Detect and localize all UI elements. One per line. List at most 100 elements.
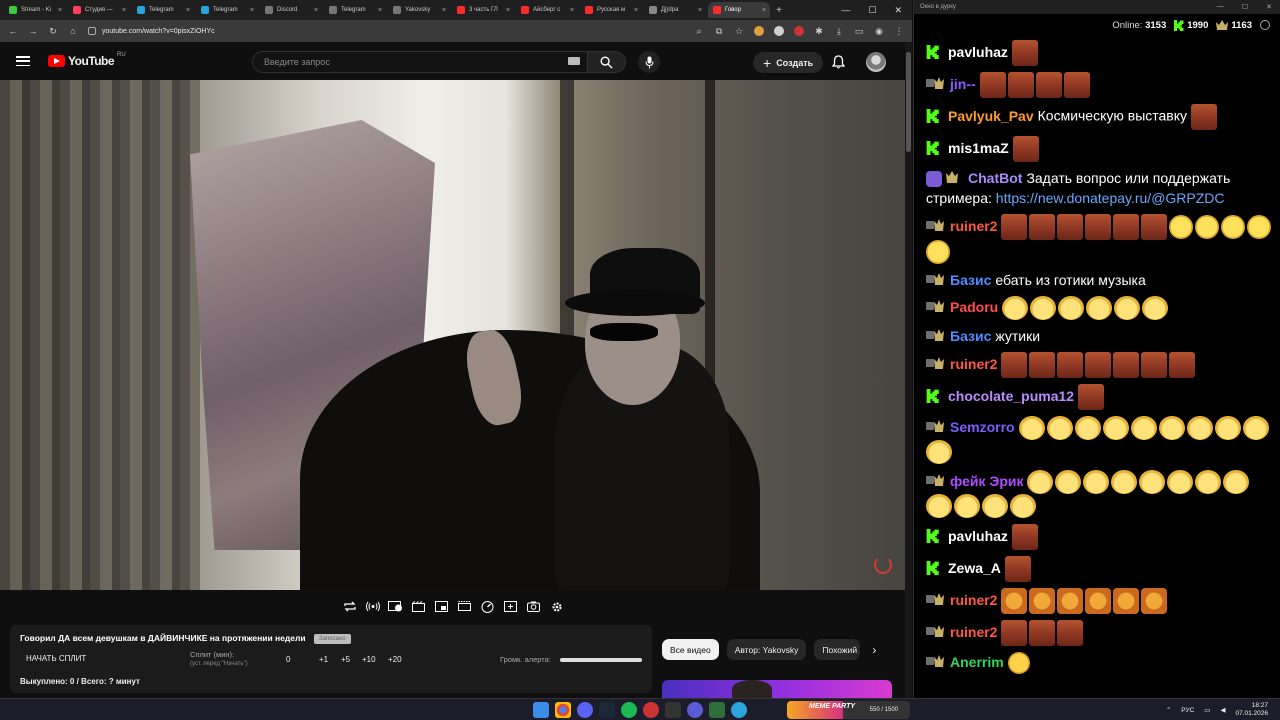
chat-username[interactable]: Zewa_A [948, 560, 1001, 576]
app-icon[interactable] [709, 702, 725, 718]
maximize-button[interactable]: ☐ [1242, 3, 1248, 11]
telegram-icon[interactable] [731, 702, 747, 718]
chat-username[interactable]: Anerrim [950, 654, 1004, 670]
browser-tab[interactable]: Yakovsky × [388, 2, 450, 18]
menu-hamburger-icon[interactable] [16, 56, 30, 66]
chat-username[interactable]: Базис [950, 328, 991, 344]
search-button[interactable] [588, 51, 626, 73]
app-icon[interactable] [665, 702, 681, 718]
volume-icon[interactable]: ◀ [1220, 706, 1225, 714]
speed-icon[interactable] [480, 600, 495, 613]
notifications-bell-icon[interactable] [832, 55, 845, 69]
tab-close-icon[interactable]: × [634, 7, 638, 14]
browser-tab[interactable]: Айсберг с × [516, 2, 578, 18]
screenshot-camera-icon[interactable] [526, 600, 541, 613]
chat-username[interactable]: ruiner2 [950, 624, 997, 640]
install-icon[interactable]: ⧉ [714, 26, 724, 37]
page-scrollbar[interactable] [905, 42, 912, 698]
browser-tab[interactable]: Telegram × [324, 2, 386, 18]
zoom-icon[interactable]: ⌕ [694, 26, 704, 37]
account-avatar[interactable] [866, 52, 886, 72]
obs-icon[interactable] [643, 702, 659, 718]
forward-icon[interactable]: → [28, 26, 38, 36]
extension-icon[interactable] [754, 26, 764, 36]
tab-close-icon[interactable]: × [570, 7, 574, 14]
browser-tab[interactable]: Stream - Ki × [4, 2, 66, 18]
language-indicator[interactable]: РУС [1181, 707, 1194, 714]
broadcast-icon[interactable] [365, 600, 380, 613]
browser-tab[interactable]: Студия — × [68, 2, 130, 18]
new-tab-button[interactable]: + [772, 5, 786, 16]
add-20-button[interactable]: +20 [388, 655, 402, 664]
chat-link[interactable]: https://new.donatepay.ru/@GRPZDC [996, 190, 1225, 206]
reload-icon[interactable]: ↻ [48, 26, 58, 37]
add-to-playlist-icon[interactable] [503, 600, 518, 613]
tab-close-icon[interactable]: × [122, 7, 126, 14]
loop-icon[interactable] [342, 600, 357, 613]
back-icon[interactable]: ← [8, 26, 18, 36]
close-button[interactable]: ✕ [894, 5, 902, 16]
discord-icon[interactable] [577, 702, 593, 718]
media-player-icon[interactable] [687, 702, 703, 718]
chevron-right-icon[interactable]: › [872, 643, 876, 657]
chat-username[interactable]: Pavlyuk_Pav [948, 108, 1034, 124]
chip-author[interactable]: Автор: Yakovsky [726, 639, 807, 660]
chat-username[interactable]: Padoru [950, 299, 998, 315]
add-5-button[interactable]: +5 [341, 655, 350, 664]
start-menu-icon[interactable] [533, 702, 549, 718]
chat-username[interactable]: pavluhaz [948, 44, 1008, 60]
tab-close-icon[interactable]: × [58, 7, 62, 14]
watch-later-icon[interactable] [388, 600, 403, 613]
tab-close-icon[interactable]: × [762, 7, 766, 14]
chat-username[interactable]: Базис [950, 272, 991, 288]
chat-username[interactable]: ruiner2 [950, 218, 997, 234]
browser-tab[interactable]: Discord × [260, 2, 322, 18]
start-split-button[interactable]: НАЧАТЬ СПЛИТ [26, 654, 86, 663]
tray-chevron-icon[interactable]: ⌃ [1166, 706, 1171, 714]
tab-close-icon[interactable]: × [378, 7, 382, 14]
chat-username[interactable]: Semzorro [950, 419, 1015, 435]
extension-icon[interactable] [774, 26, 784, 36]
add-1-button[interactable]: +1 [319, 655, 328, 664]
tab-close-icon[interactable]: × [250, 7, 254, 14]
chat-username[interactable]: фейк Эрик [950, 473, 1023, 489]
extension-icon[interactable] [794, 26, 804, 36]
browser-tab[interactable]: Русская м × [580, 2, 642, 18]
browser-tab[interactable]: Говор × [708, 2, 770, 18]
download-icon[interactable]: ⤓ [834, 26, 844, 37]
related-video-thumbnail[interactable] [662, 680, 892, 698]
search-input[interactable] [252, 51, 588, 73]
meme-party-widget[interactable]: MEME PARTY 550 / 1500 [787, 701, 910, 719]
chat-username[interactable]: chocolate_puma12 [948, 388, 1074, 404]
tab-close-icon[interactable]: × [698, 7, 702, 14]
tab-close-icon[interactable]: × [186, 7, 190, 14]
extensions-puzzle-icon[interactable]: ✱ [814, 26, 824, 37]
chat-username[interactable]: mis1maZ [948, 140, 1009, 156]
browser-tab[interactable]: Telegram × [132, 2, 194, 18]
chat-username[interactable]: jin-- [950, 76, 976, 92]
video-player[interactable] [0, 80, 905, 590]
network-icon[interactable]: ▭ [1204, 706, 1210, 714]
tab-close-icon[interactable]: × [314, 7, 318, 14]
menu-kebab-icon[interactable]: ⋮ [894, 26, 904, 37]
home-icon[interactable]: ⌂ [68, 26, 78, 36]
add-10-button[interactable]: +10 [362, 655, 376, 664]
minimize-button[interactable]: — [841, 5, 850, 16]
youtube-logo[interactable]: YouTube RU [48, 52, 126, 68]
browser-tab[interactable]: 3 часть ГЛ × [452, 2, 514, 18]
create-button[interactable]: + Создать [753, 52, 824, 73]
minimize-button[interactable]: — [1217, 3, 1224, 11]
scrollbar-thumb[interactable] [906, 52, 911, 152]
tab-close-icon[interactable]: × [506, 7, 510, 14]
chip-similar[interactable]: Похожий к [814, 639, 861, 660]
chrome-icon[interactable] [555, 702, 571, 718]
chat-username[interactable]: pavluhaz [948, 528, 1008, 544]
tab-close-icon[interactable]: × [442, 7, 446, 14]
clip-icon[interactable] [411, 600, 426, 613]
sidebar-icon[interactable]: ▭ [854, 26, 864, 37]
picture-in-picture-icon[interactable] [434, 600, 449, 613]
chat-username[interactable]: ruiner2 [950, 356, 997, 372]
close-button[interactable]: ✕ [1266, 3, 1272, 11]
split-minutes-value[interactable]: 0 [286, 655, 290, 664]
profile-icon[interactable]: ◉ [874, 26, 884, 37]
